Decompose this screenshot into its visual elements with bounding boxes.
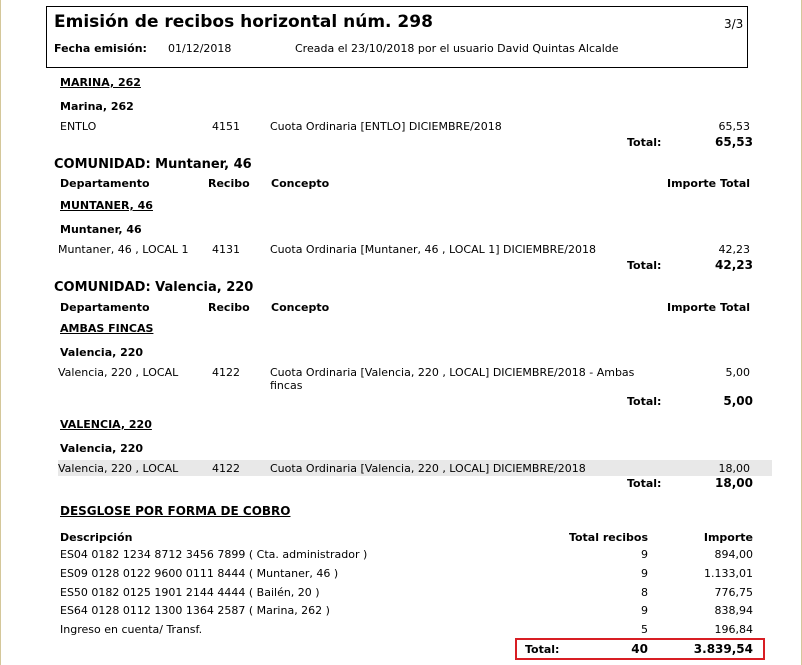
grand-total-label: Total: <box>525 643 560 656</box>
comunidad-title-valencia: COMUNIDAD: Valencia, 220 <box>54 280 254 295</box>
desglose-row-count: 9 <box>641 604 648 617</box>
desglose-row-desc: ES50 0182 0125 1901 2144 4444 ( Bailén, … <box>60 586 320 599</box>
col-header-importe-total: Importe Total <box>667 177 751 190</box>
row-dept: Valencia, 220 , LOCAL <box>58 366 179 379</box>
comunidad-title-muntaner: COMUNIDAD: Muntaner, 46 <box>54 157 252 172</box>
col-header-concepto: Concepto <box>271 177 330 190</box>
desglose-row-desc: ES64 0128 0112 1300 1364 2587 ( Marina, … <box>60 604 330 617</box>
fecha-emision-value: 01/12/2018 <box>168 42 232 55</box>
row-concepto: Cuota Ordinaria [Muntaner, 46 , LOCAL 1]… <box>270 243 596 256</box>
desglose-row-importe: 838,94 <box>714 604 754 617</box>
row-recibo: 4151 <box>212 120 240 133</box>
desglose-row-desc: ES09 0128 0122 9600 0111 8444 ( Muntaner… <box>60 567 339 580</box>
row-importe: 18,00 <box>718 462 751 475</box>
col-header-departamento: Departamento <box>60 301 150 314</box>
total-value-muntaner: 42,23 <box>715 258 753 272</box>
subgroup-valencia: Valencia, 220 <box>60 346 144 359</box>
desglose-row-count: 9 <box>641 567 648 580</box>
desglose-row-count: 8 <box>641 586 648 599</box>
desglose-row-importe: 1.133,01 <box>704 567 753 580</box>
row-concepto: Cuota Ordinaria [Valencia, 220 , LOCAL] … <box>270 366 635 392</box>
desglose-title: DESGLOSE POR FORMA DE COBRO <box>60 504 291 518</box>
col-header-recibo: Recibo <box>208 177 250 190</box>
col-header-departamento: Departamento <box>60 177 150 190</box>
col-header-importe-total: Importe Total <box>667 301 751 314</box>
window-frame-left <box>0 0 1 665</box>
row-recibo: 4131 <box>212 243 240 256</box>
row-concepto: Cuota Ordinaria [ENTLO] DICIEMBRE/2018 <box>270 120 502 133</box>
desglose-col-descripcion: Descripción <box>60 531 133 544</box>
row-concepto: Cuota Ordinaria [Valencia, 220 , LOCAL] … <box>270 462 586 475</box>
group-title-ambas-fincas: AMBAS FINCAS <box>60 322 154 335</box>
desglose-row-count: 9 <box>641 548 648 561</box>
subgroup-valencia: Valencia, 220 <box>60 442 144 455</box>
total-value-valencia: 18,00 <box>715 476 753 490</box>
desglose-col-total-recibos: Total recibos <box>568 531 648 544</box>
subgroup-muntaner: Muntaner, 46 <box>60 223 142 236</box>
desglose-row-importe: 894,00 <box>714 548 754 561</box>
page-number: 3/3 <box>724 17 744 31</box>
row-dept: Muntaner, 46 , LOCAL 1 <box>58 243 189 256</box>
group-title-muntaner: MUNTANER, 46 <box>60 199 153 212</box>
desglose-row-importe: 776,75 <box>714 586 754 599</box>
row-recibo: 4122 <box>212 462 240 475</box>
desglose-row-desc: ES04 0182 1234 8712 3456 7899 ( Cta. adm… <box>60 548 368 561</box>
desglose-row-importe: 196,84 <box>714 623 754 636</box>
total-value-ambas-fincas: 5,00 <box>723 394 753 408</box>
desglose-row-desc: Ingreso en cuenta/ Transf. <box>60 623 203 636</box>
grand-total-count: 40 <box>631 642 648 656</box>
subgroup-marina: Marina, 262 <box>60 100 134 113</box>
report-title: Emisión de recibos horizontal núm. 298 <box>54 12 433 32</box>
desglose-col-importe: Importe <box>703 531 753 544</box>
group-title-valencia: VALENCIA, 220 <box>60 418 152 431</box>
col-header-concepto: Concepto <box>271 301 330 314</box>
row-importe: 5,00 <box>725 366 751 379</box>
row-importe: 65,53 <box>718 120 751 133</box>
col-header-recibo: Recibo <box>208 301 250 314</box>
desglose-row-count: 5 <box>641 623 648 636</box>
total-value-marina: 65,53 <box>715 135 753 149</box>
row-recibo: 4122 <box>212 366 240 379</box>
grand-total-importe: 3.839,54 <box>693 642 753 656</box>
fecha-emision-label: Fecha emisión: <box>54 42 147 55</box>
row-importe: 42,23 <box>718 243 751 256</box>
row-dept: Valencia, 220 , LOCAL <box>58 462 179 475</box>
group-title-marina: MARINA, 262 <box>60 76 141 89</box>
row-dept: ENTLO <box>60 120 97 133</box>
created-info: Creada el 23/10/2018 por el usuario Davi… <box>295 42 619 55</box>
